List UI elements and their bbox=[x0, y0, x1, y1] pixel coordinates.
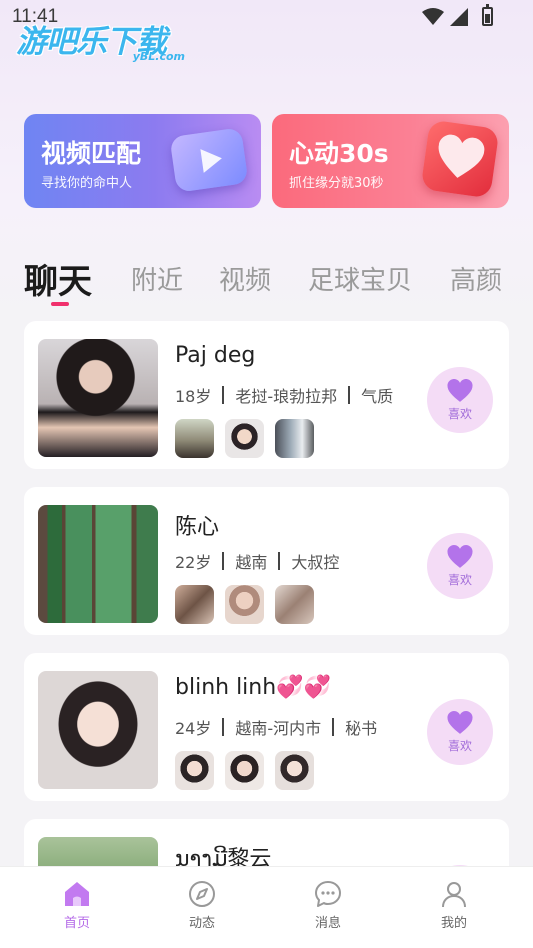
banner-subtitle: 抓住缘分就30秒 bbox=[289, 176, 384, 191]
banner-title: 视频匹配 bbox=[41, 139, 142, 168]
photo-thumbnail[interactable] bbox=[225, 585, 264, 624]
user-meta: 24岁 越南-河内市 秘书 bbox=[175, 715, 377, 739]
user-tag: 气质 bbox=[361, 387, 394, 406]
chat-icon bbox=[315, 881, 341, 907]
divider bbox=[278, 552, 281, 570]
nav-label: 我的 bbox=[440, 916, 467, 931]
user-name: Paj deg bbox=[175, 343, 256, 368]
photo-thumbnail[interactable] bbox=[175, 419, 214, 458]
photo-thumbnail[interactable] bbox=[225, 419, 264, 458]
user-meta: 22岁 越南 大叔控 bbox=[175, 549, 339, 573]
watermark-logo: 游吧乐下载 yBL.com bbox=[16, 16, 191, 74]
compass-icon bbox=[189, 881, 215, 907]
tab-video[interactable]: 视频 bbox=[219, 260, 271, 297]
category-tabs: 聊天 附近 视频 足球宝贝 高颜 bbox=[24, 250, 524, 310]
divider bbox=[332, 718, 335, 736]
user-location: 老挝-琅勃拉邦 bbox=[235, 387, 338, 406]
battery-icon bbox=[482, 4, 493, 26]
active-tab-indicator bbox=[51, 302, 69, 306]
tab-football[interactable]: 足球宝贝 bbox=[308, 260, 412, 297]
user-meta: 18岁 老挝-琅勃拉邦 气质 bbox=[175, 383, 393, 407]
user-age: 22岁 bbox=[175, 553, 212, 572]
heart-icon bbox=[447, 544, 473, 568]
nav-messages[interactable]: 消息 bbox=[298, 879, 358, 931]
tab-beauty[interactable]: 高颜 bbox=[450, 260, 502, 297]
user-age: 24岁 bbox=[175, 719, 212, 738]
user-name: blinh linh💞💞 bbox=[175, 675, 331, 700]
heart-icon bbox=[447, 378, 473, 402]
photo-thumbnail[interactable] bbox=[175, 751, 214, 790]
avatar[interactable] bbox=[38, 671, 158, 789]
photo-thumbnail[interactable] bbox=[275, 419, 314, 458]
profile-icon bbox=[442, 882, 466, 908]
like-label: 喜欢 bbox=[447, 738, 472, 753]
wifi-icon bbox=[422, 7, 444, 25]
user-location: 越南 bbox=[235, 553, 268, 572]
photo-thumbnail[interactable] bbox=[275, 585, 314, 624]
like-label: 喜欢 bbox=[447, 406, 472, 421]
like-button[interactable]: 喜欢 bbox=[427, 367, 493, 433]
video-match-banner[interactable]: 视频匹配 寻找你的命中人 bbox=[24, 114, 261, 208]
user-card[interactable]: blinh linh💞💞 24岁 越南-河内市 秘书 喜欢 bbox=[24, 653, 509, 801]
photo-thumbnail[interactable] bbox=[225, 751, 264, 790]
user-card[interactable]: Paj deg 18岁 老挝-琅勃拉邦 气质 喜欢 bbox=[24, 321, 509, 469]
nav-moments[interactable]: 动态 bbox=[172, 879, 232, 931]
like-button[interactable]: 喜欢 bbox=[427, 533, 493, 599]
nav-home[interactable]: 首页 bbox=[47, 879, 107, 931]
nav-label: 首页 bbox=[63, 916, 90, 931]
nav-label: 消息 bbox=[314, 916, 341, 931]
status-icons bbox=[422, 4, 493, 26]
photo-thumbnails bbox=[175, 419, 314, 458]
photo-thumbnail[interactable] bbox=[275, 751, 314, 790]
nav-profile[interactable]: 我的 bbox=[424, 879, 484, 931]
like-button[interactable]: 喜欢 bbox=[427, 699, 493, 765]
user-name: 陈心 bbox=[175, 515, 220, 540]
tab-nearby[interactable]: 附近 bbox=[131, 260, 183, 297]
photo-thumbnails bbox=[175, 751, 314, 790]
photo-thumbnail[interactable] bbox=[175, 585, 214, 624]
heart-icon bbox=[420, 119, 500, 199]
divider bbox=[222, 386, 225, 404]
bottom-navigation: 首页 动态 消息 我的 bbox=[0, 866, 533, 948]
avatar[interactable] bbox=[38, 505, 158, 623]
divider bbox=[222, 552, 225, 570]
avatar[interactable] bbox=[38, 339, 158, 457]
user-age: 18岁 bbox=[175, 387, 212, 406]
play-icon bbox=[169, 127, 249, 193]
like-label: 喜欢 bbox=[447, 572, 472, 587]
heart-icon bbox=[447, 710, 473, 734]
divider bbox=[348, 386, 351, 404]
user-location: 越南-河内市 bbox=[235, 719, 322, 738]
home-icon bbox=[65, 882, 89, 906]
watermark-sub: yBL.com bbox=[132, 50, 185, 63]
divider bbox=[222, 718, 225, 736]
banner-subtitle: 寻找你的命中人 bbox=[41, 176, 133, 191]
user-tag: 秘书 bbox=[345, 719, 378, 738]
signal-icon bbox=[450, 7, 468, 26]
photo-thumbnails bbox=[175, 585, 314, 624]
banner-title: 心动30s bbox=[289, 139, 389, 168]
user-tag: 大叔控 bbox=[291, 553, 340, 572]
nav-label: 动态 bbox=[188, 916, 215, 931]
heartbeat-banner[interactable]: 心动30s 抓住缘分就30秒 bbox=[272, 114, 509, 208]
user-card[interactable]: 陈心 22岁 越南 大叔控 喜欢 bbox=[24, 487, 509, 635]
tab-chat[interactable]: 聊天 bbox=[24, 254, 92, 303]
